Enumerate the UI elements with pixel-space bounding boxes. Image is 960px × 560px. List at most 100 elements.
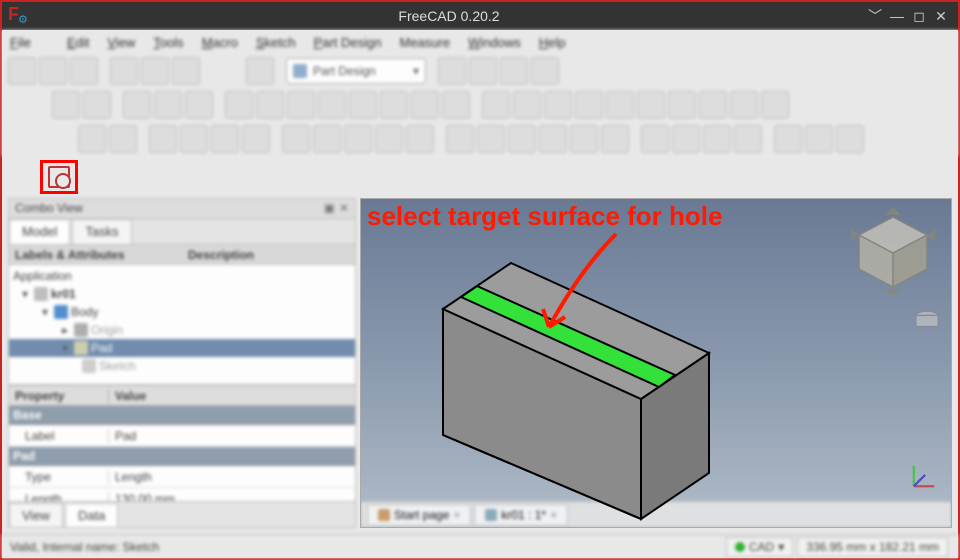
workbench-label: Part Design	[313, 64, 376, 78]
body-icon[interactable]	[78, 125, 106, 153]
v4-icon[interactable]	[575, 91, 603, 119]
combo-close-icon[interactable]: ✕	[339, 201, 349, 216]
menu-tools[interactable]: Tools	[153, 35, 183, 50]
v3-icon[interactable]	[544, 91, 572, 119]
sweep-icon[interactable]	[375, 125, 403, 153]
menu-sketch[interactable]: Sketch	[256, 35, 296, 50]
tab-data[interactable]: Data	[65, 503, 118, 527]
zoom-icon[interactable]	[225, 91, 253, 119]
subhelix-icon[interactable]	[601, 125, 629, 153]
hole-icon[interactable]	[477, 125, 505, 153]
pad-icon[interactable]	[282, 125, 310, 153]
measure3-icon[interactable]	[500, 57, 528, 85]
maximize-button[interactable]: ◻	[908, 8, 930, 25]
status-text: Valid, Internal name: Sketch	[10, 540, 159, 554]
menu-view[interactable]: View	[107, 35, 135, 50]
linear-icon[interactable]	[805, 125, 833, 153]
iso-icon[interactable]	[256, 91, 284, 119]
tree-row-origin[interactable]: ▸Origin	[9, 321, 355, 339]
prop-row-length[interactable]: Length130.00 mm	[9, 488, 355, 501]
rear-icon[interactable]	[380, 91, 408, 119]
tree-row-application[interactable]: Application	[9, 267, 355, 285]
mirror-icon[interactable]	[774, 125, 802, 153]
undo-icon[interactable]	[110, 57, 138, 85]
menu-edit[interactable]: Edit	[67, 35, 89, 50]
chevron-down-icon: ▾	[413, 64, 419, 78]
refresh-icon[interactable]	[172, 57, 200, 85]
subsweep-icon[interactable]	[570, 125, 598, 153]
menu-file[interactable]: File	[10, 35, 49, 50]
3d-viewport[interactable]: select target surface for hole	[360, 198, 952, 528]
open-icon[interactable]	[39, 57, 67, 85]
line-icon[interactable]	[149, 125, 177, 153]
restore-button[interactable]: —	[886, 8, 908, 24]
whatsthis-icon[interactable]	[246, 57, 274, 85]
workbench-selector[interactable]: Part Design ▾	[286, 58, 426, 84]
v1-icon[interactable]	[482, 91, 510, 119]
subloft-icon[interactable]	[539, 125, 567, 153]
model-tree[interactable]: Application ▾kr01 ▾Body ▸Origin ▾Pad Ske…	[9, 265, 355, 385]
nav-left-icon[interactable]	[123, 91, 151, 119]
pt-icon[interactable]	[180, 125, 208, 153]
polar-icon[interactable]	[836, 125, 864, 153]
draft-icon[interactable]	[703, 125, 731, 153]
menu-help[interactable]: Help	[539, 35, 566, 50]
tree-row-doc[interactable]: ▾kr01	[9, 285, 355, 303]
pocket-icon[interactable]	[446, 125, 474, 153]
fitsel-icon[interactable]	[83, 91, 111, 119]
prop-row-type[interactable]: TypeLength	[9, 466, 355, 488]
bottom-icon[interactable]	[411, 91, 439, 119]
right-icon[interactable]	[349, 91, 377, 119]
tree-row-sketch[interactable]: Sketch	[9, 357, 355, 375]
close-button[interactable]: ✕	[930, 8, 952, 25]
menu-measure[interactable]: Measure	[400, 35, 451, 50]
redo-icon[interactable]	[141, 57, 169, 85]
combo-detach-icon[interactable]: ▣	[324, 201, 335, 216]
v7-icon[interactable]	[668, 91, 696, 119]
tab-model[interactable]: Model	[9, 219, 70, 244]
front-icon[interactable]	[287, 91, 315, 119]
groove-icon[interactable]	[508, 125, 536, 153]
measure4-icon[interactable]	[531, 57, 559, 85]
pd2-icon[interactable]	[109, 125, 137, 153]
prop-row-label[interactable]: LabelPad	[9, 425, 355, 447]
navcube[interactable]	[843, 205, 943, 299]
menu-partdesign[interactable]: Part Design	[314, 35, 382, 50]
status-navmode[interactable]: CAD▾	[726, 537, 793, 557]
v5-icon[interactable]	[606, 91, 634, 119]
tree-row-pad[interactable]: ▾Pad	[9, 339, 355, 357]
helix-icon[interactable]	[406, 125, 434, 153]
fit-icon[interactable]	[52, 91, 80, 119]
clone-icon[interactable]	[242, 125, 270, 153]
tab-tasks[interactable]: Tasks	[72, 219, 131, 244]
measure-icon[interactable]	[438, 57, 466, 85]
origin-icon	[74, 323, 88, 337]
v9-icon[interactable]	[730, 91, 758, 119]
top-icon[interactable]	[318, 91, 346, 119]
v10-icon[interactable]	[761, 91, 789, 119]
tree-row-body[interactable]: ▾Body	[9, 303, 355, 321]
v8-icon[interactable]	[699, 91, 727, 119]
navcube-persp-icon[interactable]	[913, 307, 941, 335]
v2-icon[interactable]	[513, 91, 541, 119]
new-sketch-button[interactable]	[40, 160, 78, 194]
rev-icon[interactable]	[313, 125, 341, 153]
combo-title: Combo View	[15, 201, 320, 216]
left-icon[interactable]	[442, 91, 470, 119]
nav-right-icon[interactable]	[154, 91, 182, 119]
save-icon[interactable]	[70, 57, 98, 85]
nav-up-icon[interactable]	[185, 91, 213, 119]
measure2-icon[interactable]	[469, 57, 497, 85]
chamfer-icon[interactable]	[672, 125, 700, 153]
new-icon[interactable]	[8, 57, 36, 85]
thick-icon[interactable]	[734, 125, 762, 153]
loft-icon[interactable]	[344, 125, 372, 153]
tab-view[interactable]: View	[9, 503, 63, 527]
menu-macro[interactable]: Macro	[202, 35, 238, 50]
v6-icon[interactable]	[637, 91, 665, 119]
menu-windows[interactable]: Windows	[468, 35, 521, 50]
window-titlebar: FreeCAD 0.20.2 ﹀ — ◻ ✕	[2, 2, 958, 30]
y-icon[interactable]	[211, 125, 239, 153]
minimize-button[interactable]: ﹀	[864, 6, 886, 26]
fillet-icon[interactable]	[641, 125, 669, 153]
